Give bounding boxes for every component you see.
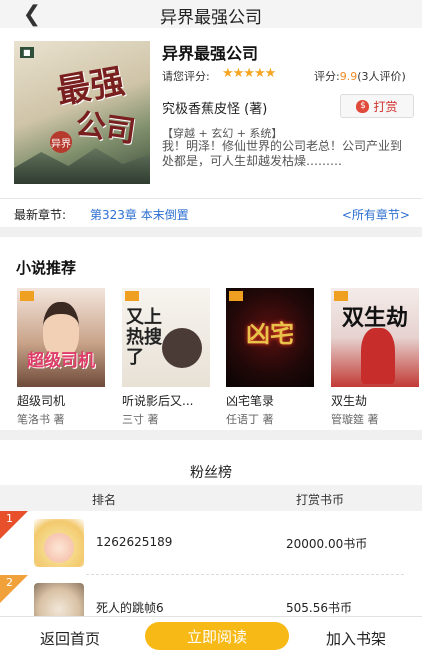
recommend-name[interactable]: 超级司机 bbox=[17, 392, 65, 409]
recommend-item[interactable]: 双生劫 双生劫 管璇筵 著 bbox=[331, 288, 421, 426]
rank-number: 2 bbox=[6, 576, 13, 589]
rank-badge bbox=[0, 511, 28, 539]
home-button[interactable]: 返回首页 bbox=[40, 628, 100, 649]
recommend-item[interactable]: 超级司机 超级司机 笔洛书 著 bbox=[17, 288, 107, 426]
recommend-author: 笔洛书 著 bbox=[17, 413, 65, 426]
latest-chapter-label: 最新章节: bbox=[14, 208, 67, 222]
tip-button[interactable]: $ 打赏 bbox=[340, 94, 414, 118]
recommend-author: 任语丁 著 bbox=[226, 413, 274, 426]
recommend-author: 管璇筵 著 bbox=[331, 413, 379, 426]
book-description: 我！明泽！修仙世界的公司老总！公司产业到处都是，可人生却越发枯燥……… bbox=[162, 139, 403, 168]
recommend-name[interactable]: 双生劫 bbox=[331, 392, 367, 409]
book-author: 究极香蕉皮怪 (著) bbox=[162, 102, 268, 117]
col-rank-header: 排名 bbox=[92, 493, 117, 507]
read-now-button[interactable]: 立即阅读 bbox=[145, 622, 289, 650]
cover-figure bbox=[162, 328, 202, 368]
recommend-title: 小说推荐 bbox=[16, 259, 77, 277]
latest-chapter-row: 最新章节: 第323章 本末倒置 <所有章节> bbox=[0, 199, 422, 227]
cover-title-2: 公司 bbox=[73, 106, 138, 150]
add-to-shelf-button[interactable]: 加入书架 bbox=[326, 628, 386, 649]
cover-figure bbox=[361, 328, 395, 384]
score-text: 评分:9.9(3人评价) bbox=[314, 68, 406, 84]
score-value: 9.9 bbox=[339, 70, 358, 83]
recommend-name[interactable]: 凶宅笔录 bbox=[226, 392, 274, 409]
all-chapters-link[interactable]: <所有章节> bbox=[342, 206, 410, 223]
cover-seal: 异界 bbox=[50, 131, 72, 153]
latest-chapter-link[interactable]: 第323章 本末倒置 bbox=[90, 206, 189, 223]
recommend-cover[interactable]: 双生劫 bbox=[331, 288, 419, 387]
rate-label: 请您评分: bbox=[162, 70, 210, 83]
recommend-name[interactable]: 听说影后又... bbox=[122, 392, 193, 409]
score-suffix: (3人评价) bbox=[357, 70, 406, 83]
book-info-section: ■ 最强 公司 异界 异界最强公司 请您评分: ★★★★★ 评分:9.9(3人评… bbox=[0, 28, 422, 198]
publisher-logo: ■ bbox=[20, 47, 34, 58]
book-cover[interactable]: ■ 最强 公司 异界 bbox=[14, 41, 150, 184]
bottom-action-bar: 返回首页 立即阅读 加入书架 bbox=[0, 616, 422, 656]
recommend-section: 小说推荐 超级司机 超级司机 笔洛书 著 又上热搜了 听说影后又... 三寸 著… bbox=[0, 237, 422, 430]
recommend-cover[interactable]: 凶宅 bbox=[226, 288, 314, 387]
recommend-cover-text: 凶宅 bbox=[246, 319, 294, 348]
publisher-badge bbox=[229, 291, 243, 301]
fan-name: 1262625189 bbox=[96, 535, 173, 549]
section-gap bbox=[0, 430, 422, 440]
book-detail-page: ❮ 异界最强公司 ■ 最强 公司 异界 异界最强公司 请您评分: ★★★★★ 评… bbox=[0, 0, 422, 656]
fans-table-header: 排名 打赏书币 bbox=[0, 485, 422, 511]
publisher-badge bbox=[125, 291, 139, 301]
fan-amount: 505.56书币 bbox=[286, 601, 352, 615]
money-bag-icon: $ bbox=[356, 99, 370, 113]
recommend-cover[interactable]: 超级司机 bbox=[17, 288, 105, 387]
recommend-item[interactable]: 又上热搜了 听说影后又... 三寸 著 bbox=[122, 288, 212, 426]
col-coins-header: 打赏书币 bbox=[296, 493, 345, 507]
fan-name: 死人的跳帧6 bbox=[96, 601, 164, 615]
recommend-cover[interactable]: 又上热搜了 bbox=[122, 288, 210, 387]
publisher-badge bbox=[20, 291, 34, 301]
recommend-author: 三寸 著 bbox=[122, 413, 159, 426]
table-row[interactable]: 1 1262625189 20000.00书币 bbox=[0, 511, 422, 575]
fans-ranking-section: 粉丝榜 排名 打赏书币 1 1262625189 20000.00书币 2 死人… bbox=[0, 440, 422, 631]
top-header: ❮ 异界最强公司 bbox=[0, 0, 422, 29]
score-prefix: 评分: bbox=[314, 70, 340, 83]
rank-badge bbox=[0, 575, 28, 603]
recommend-cover-text: 双生劫 bbox=[341, 305, 408, 331]
recommend-item[interactable]: 凶宅 凶宅笔录 任语丁 著 bbox=[226, 288, 316, 426]
recommend-cover-text: 又上热搜了 bbox=[126, 307, 162, 368]
fans-title: 粉丝榜 bbox=[190, 465, 232, 481]
rank-number: 1 bbox=[6, 512, 13, 525]
fan-amount: 20000.00书币 bbox=[286, 537, 368, 551]
section-gap bbox=[0, 227, 422, 237]
book-title: 异界最强公司 bbox=[162, 44, 259, 63]
page-title: 异界最强公司 bbox=[160, 8, 262, 28]
tip-label: 打赏 bbox=[373, 99, 398, 114]
avatar bbox=[34, 519, 84, 567]
recommend-cover-text: 超级司机 bbox=[27, 351, 95, 371]
rating-stars[interactable]: ★★★★★ bbox=[222, 66, 276, 81]
